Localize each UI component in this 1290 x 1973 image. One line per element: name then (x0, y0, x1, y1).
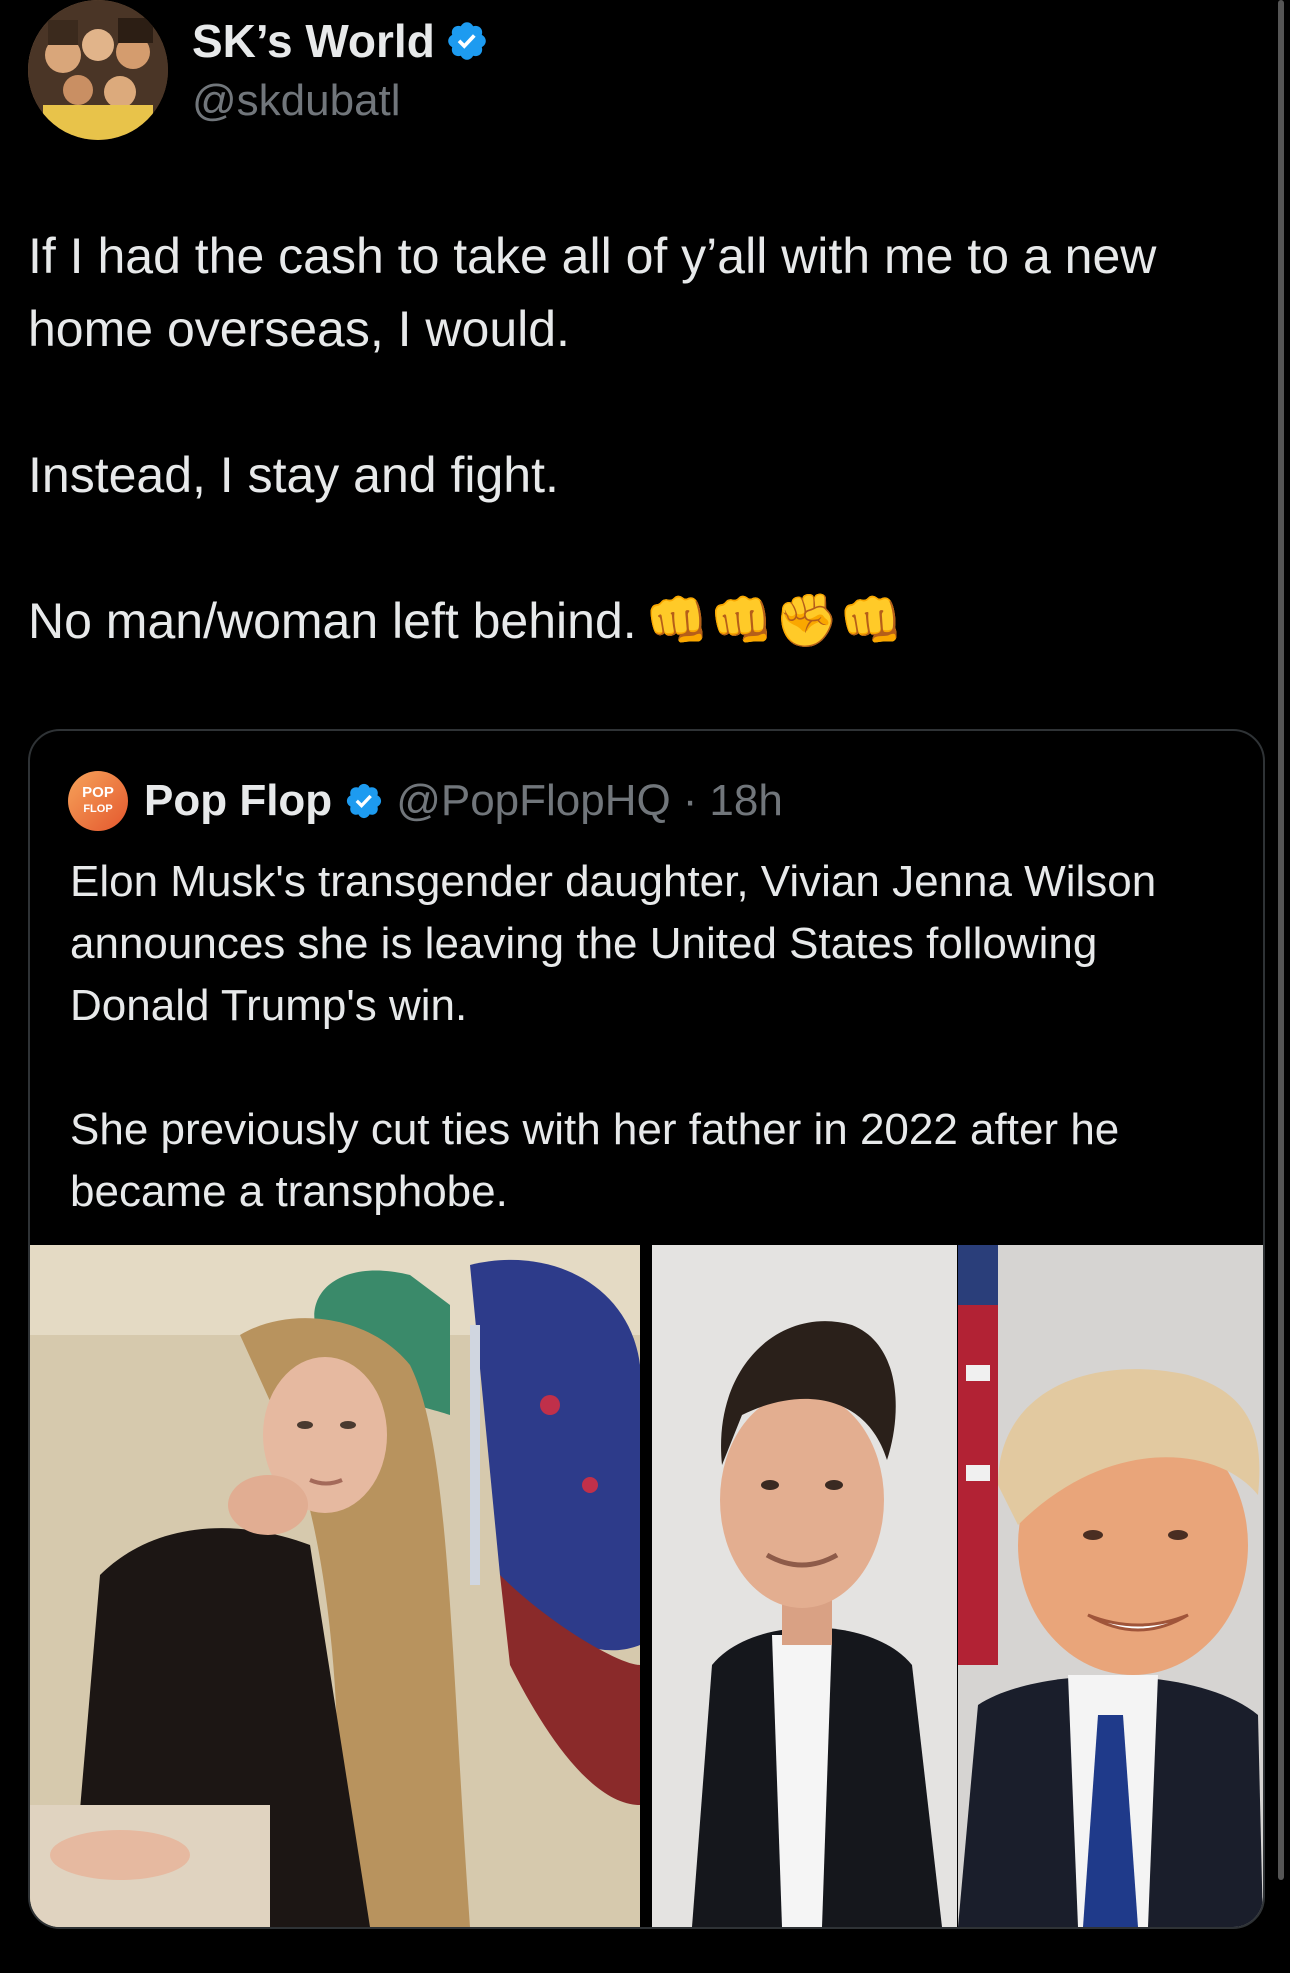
scrollbar[interactable] (1278, 0, 1284, 1880)
quoted-author-avatar[interactable]: POP FLOP (68, 771, 128, 831)
quoted-avatar-line1: POP (82, 784, 114, 801)
quoted-avatar-line2: FLOP (83, 803, 113, 815)
avatar-photo (28, 0, 168, 140)
quoted-media-grid (30, 1245, 1263, 1927)
verified-badge-icon (448, 22, 486, 60)
author-handle[interactable]: @skdubatl (192, 76, 401, 126)
quoted-paragraph-2: She previously cut ties with her father … (70, 1105, 1120, 1216)
tweet-paragraph-3: No man/woman left behind. (28, 593, 637, 649)
quoted-tweet-body: Elon Musk's transgender daughter, Vivian… (70, 851, 1220, 1223)
tweet-paragraph-3-row: No man/woman left behind. 👊👊✊👊 (28, 585, 1258, 658)
quoted-tweet-card[interactable]: POP FLOP Pop Flop @PopFlopHQ · 18h Elon Mu… (28, 729, 1265, 1929)
separator-dot: · (682, 776, 698, 825)
media-photo-right[interactable] (652, 1245, 1263, 1927)
quoted-author-name[interactable]: Pop Flop (144, 776, 332, 826)
tweet-paragraph-1: If I had the cash to take all of y’all w… (28, 228, 1157, 357)
tweet-body: If I had the cash to take all of y’all w… (28, 220, 1258, 658)
woman-portrait-photo (30, 1245, 640, 1927)
man-portrait-photo-2 (957, 1245, 1263, 1927)
tweet-paragraph-2: Instead, I stay and fight. (28, 447, 559, 503)
quoted-verified-badge-icon (347, 783, 382, 819)
media-photo-left[interactable] (30, 1245, 640, 1927)
author-avatar[interactable] (28, 0, 168, 140)
trump-portrait (957, 1245, 1264, 1927)
quoted-tweet-header: POP FLOP Pop Flop @PopFlopHQ · 18h (68, 771, 783, 831)
author-display-name[interactable]: SK’s World (192, 14, 435, 68)
musk-portrait (652, 1245, 958, 1927)
quoted-author-handle[interactable]: @PopFlopHQ (396, 776, 671, 826)
fist-emojis: 👊👊✊👊 (644, 591, 904, 651)
quoted-timestamp[interactable]: 18h (709, 776, 782, 826)
author-name-row[interactable]: SK’s World (192, 14, 489, 68)
quoted-paragraph-1: Elon Musk's transgender daughter, Vivian… (70, 857, 1157, 1030)
man-portrait-photo-1 (652, 1245, 957, 1927)
